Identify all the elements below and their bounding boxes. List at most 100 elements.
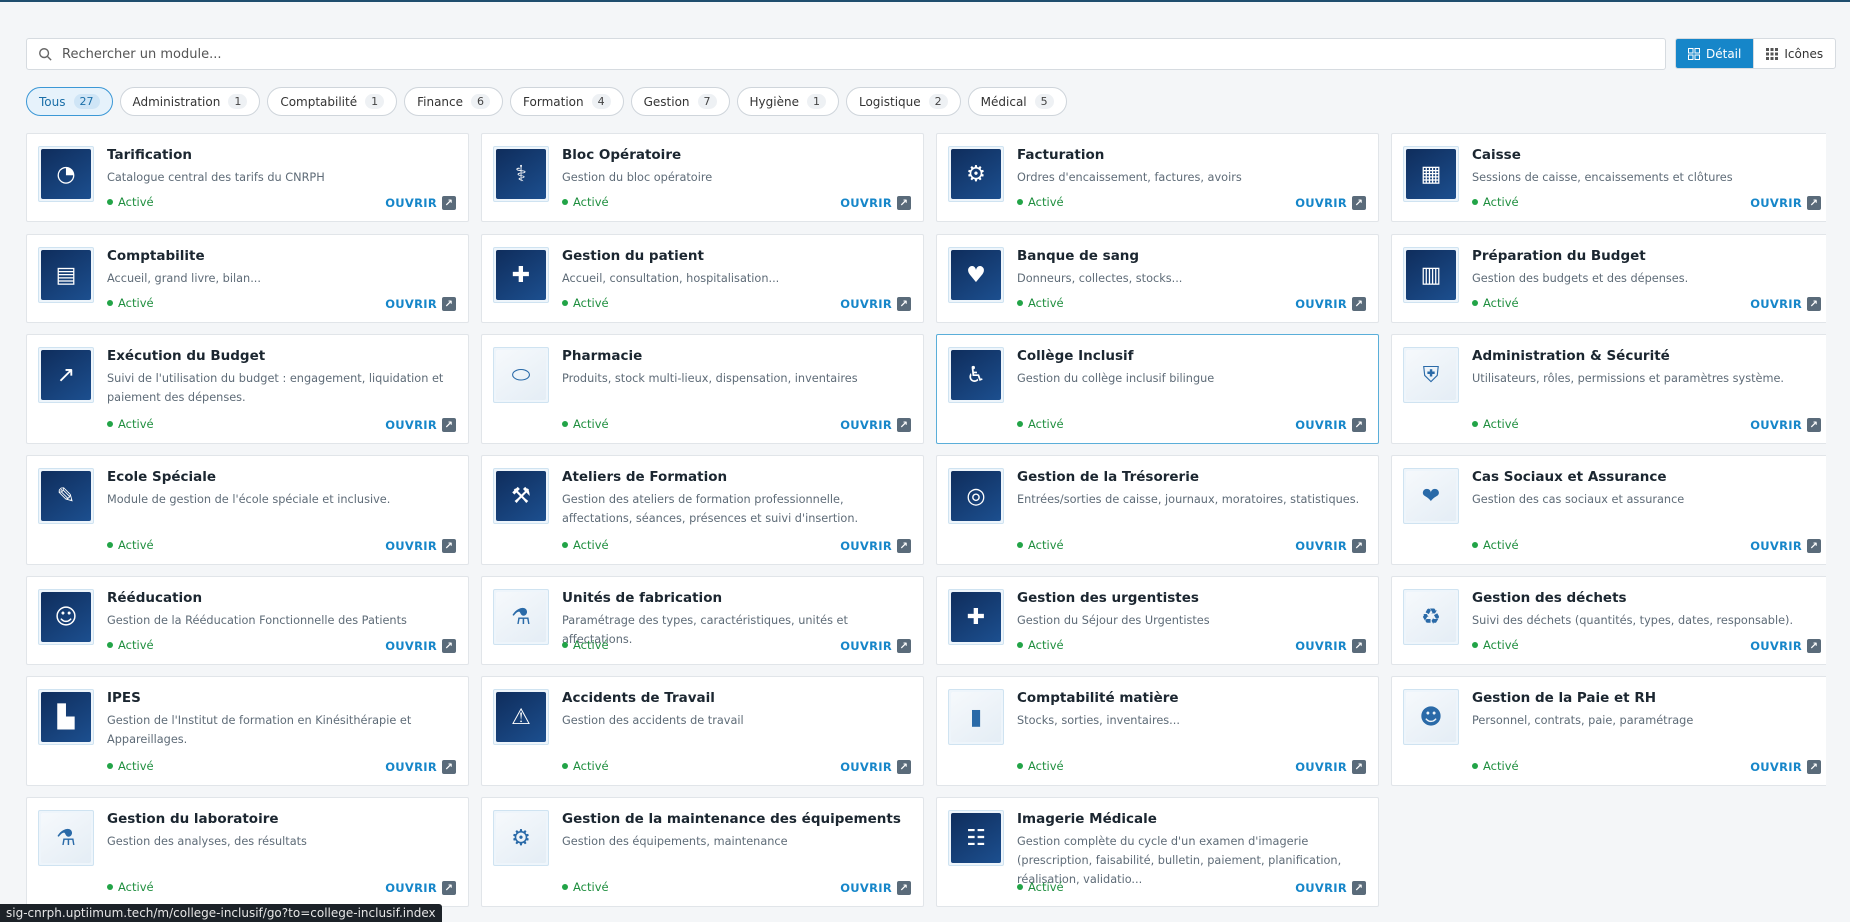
status-dot-icon [562, 884, 568, 890]
external-link-icon: ↗ [1352, 297, 1366, 311]
open-module-link[interactable]: OUVRIR ↗ [1750, 297, 1821, 311]
open-label: OUVRIR [385, 297, 437, 311]
external-link-icon: ↗ [897, 760, 911, 774]
module-card[interactable]: ⚒ Ateliers de Formation Gestion des atelie… [481, 455, 924, 565]
staff-icon: ☻ [1406, 692, 1456, 742]
module-card[interactable]: ✚ Gestion du patient Accueil, consultation… [481, 234, 924, 323]
open-module-link[interactable]: OUVRIR ↗ [385, 297, 456, 311]
filter-chip-logistique[interactable]: Logistique 2 [845, 87, 961, 116]
module-card[interactable]: ⚠ Accidents de Travail Gestion des acciden… [481, 676, 924, 786]
status-dot-icon [107, 421, 113, 427]
open-module-link[interactable]: OUVRIR ↗ [1295, 196, 1366, 210]
module-card[interactable]: ▮ Comptabilité matière Stocks, sorties, in… [936, 676, 1379, 786]
filter-chip-tous[interactable]: Tous 27 [26, 87, 113, 116]
module-card[interactable]: ♿ Collège Inclusif Gestion du collège incl… [936, 334, 1379, 444]
view-icons-button[interactable]: Icônes [1753, 39, 1835, 68]
search-input[interactable] [62, 40, 1665, 68]
open-module-link[interactable]: OUVRIR ↗ [840, 539, 911, 553]
open-module-link[interactable]: OUVRIR ↗ [840, 418, 911, 432]
module-description: Accueil, grand livre, bilan... [107, 272, 261, 285]
module-card[interactable]: ♻ Gestion des déchets Suivi des déchets (q… [1391, 576, 1826, 665]
filter-count: 27 [73, 94, 100, 109]
module-card[interactable]: ⛨ Administration & Sécurité Utilisateurs, … [1391, 334, 1826, 444]
module-card[interactable]: ☷ Imagerie Médicale Gestion complète du cy… [936, 797, 1379, 907]
open-label: OUVRIR [1295, 196, 1347, 210]
module-card[interactable]: ↗ Exécution du Budget Suivi de l'utilisati… [26, 334, 469, 444]
module-title: Administration & Sécurité [1472, 348, 1670, 364]
filter-chip-hygiene[interactable]: Hygiène 1 [736, 87, 839, 116]
module-card[interactable]: ◔ Tarification Catalogue central des tarif… [26, 133, 469, 222]
module-thumbnail: ⚙ [948, 146, 1004, 202]
open-module-link[interactable]: OUVRIR ↗ [1295, 760, 1366, 774]
module-card[interactable]: ⬭ Pharmacie Produits, stock multi-lieux, d… [481, 334, 924, 444]
open-module-link[interactable]: OUVRIR ↗ [1295, 297, 1366, 311]
module-card[interactable]: ▤ Comptabilite Accueil, grand livre, bilan… [26, 234, 469, 323]
status-badge: Activé [1017, 638, 1064, 652]
status-dot-icon [1472, 763, 1478, 769]
open-module-link[interactable]: OUVRIR ↗ [385, 639, 456, 653]
view-detail-label: Détail [1706, 46, 1742, 61]
filter-chip-formation[interactable]: Formation 4 [510, 87, 624, 116]
module-card[interactable]: ▙ IPES Gestion de l'Institut de formation … [26, 676, 469, 786]
module-card[interactable]: ◎ Gestion de la Trésorerie Entrées/sorties… [936, 455, 1379, 565]
module-card[interactable]: ✚ Gestion des urgentistes Gestion du Séjou… [936, 576, 1379, 665]
open-label: OUVRIR [840, 760, 892, 774]
open-module-link[interactable]: OUVRIR ↗ [385, 196, 456, 210]
status-label: Activé [118, 538, 154, 552]
module-card[interactable]: ⚗ Gestion du laboratoire Gestion des analy… [26, 797, 469, 907]
module-card[interactable]: ▦ Caisse Sessions de caisse, encaissements… [1391, 133, 1826, 222]
open-label: OUVRIR [385, 760, 437, 774]
open-module-link[interactable]: OUVRIR ↗ [840, 196, 911, 210]
status-badge: Activé [107, 880, 154, 894]
module-card[interactable]: ⚕ Bloc Opératoire Gestion du bloc opératoi… [481, 133, 924, 222]
filter-chip-administration[interactable]: Administration 1 [119, 87, 261, 116]
module-card[interactable]: ⚙ Facturation Ordres d'encaissement, factu… [936, 133, 1379, 222]
view-detail-button[interactable]: Détail [1676, 39, 1754, 68]
module-card[interactable]: ♥ Banque de sang Donneurs, collectes, stoc… [936, 234, 1379, 323]
open-module-link[interactable]: OUVRIR ↗ [1750, 196, 1821, 210]
module-thumbnail: ⚙ [493, 810, 549, 866]
list-detail-icon [1688, 47, 1700, 60]
module-card[interactable]: ✎ Ecole Spéciale Module de gestion de l'éc… [26, 455, 469, 565]
open-module-link[interactable]: OUVRIR ↗ [840, 639, 911, 653]
open-module-link[interactable]: OUVRIR ↗ [385, 539, 456, 553]
open-module-link[interactable]: OUVRIR ↗ [1750, 639, 1821, 653]
open-module-link[interactable]: OUVRIR ↗ [1295, 639, 1366, 653]
filter-chip-comptabilite[interactable]: Comptabilité 1 [267, 87, 398, 116]
open-module-link[interactable]: OUVRIR ↗ [1295, 881, 1366, 895]
module-card[interactable]: ⚗ Unités de fabrication Paramétrage des ty… [481, 576, 924, 665]
module-title: Comptabilite [107, 248, 205, 264]
open-module-link[interactable]: OUVRIR ↗ [840, 881, 911, 895]
module-card[interactable]: ⚙ Gestion de la maintenance des équipemen… [481, 797, 924, 907]
module-title: Accidents de Travail [562, 690, 715, 706]
status-label: Activé [1028, 538, 1064, 552]
module-card[interactable]: ☻ Gestion de la Paie et RH Personnel, cont… [1391, 676, 1826, 786]
open-module-link[interactable]: OUVRIR ↗ [1750, 418, 1821, 432]
module-title: Imagerie Médicale [1017, 811, 1157, 827]
module-card[interactable]: ❤ Cas Sociaux et Assurance Gestion des cas… [1391, 455, 1826, 565]
open-module-link[interactable]: OUVRIR ↗ [1750, 539, 1821, 553]
module-thumbnail: ⚕ [493, 146, 549, 202]
open-module-link[interactable]: OUVRIR ↗ [1750, 760, 1821, 774]
module-thumbnail: ▦ [1403, 146, 1459, 202]
open-module-link[interactable]: OUVRIR ↗ [840, 297, 911, 311]
module-card[interactable]: ☺ Rééducation Gestion de la Rééducation Fo… [26, 576, 469, 665]
top-accent-line [0, 0, 1850, 2]
open-module-link[interactable]: OUVRIR ↗ [1295, 539, 1366, 553]
status-label: Activé [118, 296, 154, 310]
open-module-link[interactable]: OUVRIR ↗ [385, 760, 456, 774]
open-module-link[interactable]: OUVRIR ↗ [1295, 418, 1366, 432]
filter-chip-finance[interactable]: Finance 6 [404, 87, 504, 116]
filter-chip-medical[interactable]: Médical 5 [967, 87, 1067, 116]
status-badge: Activé [1472, 759, 1519, 773]
view-toggle: Détail Icônes [1675, 38, 1837, 69]
open-module-link[interactable]: OUVRIR ↗ [385, 881, 456, 895]
open-module-link[interactable]: OUVRIR ↗ [385, 418, 456, 432]
module-card[interactable]: ▥ Préparation du Budget Gestion des budget… [1391, 234, 1826, 323]
open-module-link[interactable]: OUVRIR ↗ [840, 760, 911, 774]
module-description: Donneurs, collectes, stocks... [1017, 272, 1183, 285]
filter-chip-gestion[interactable]: Gestion 7 [630, 87, 730, 116]
search-box[interactable] [26, 38, 1666, 70]
module-thumbnail: ⚒ [493, 468, 549, 524]
status-label: Activé [118, 195, 154, 209]
